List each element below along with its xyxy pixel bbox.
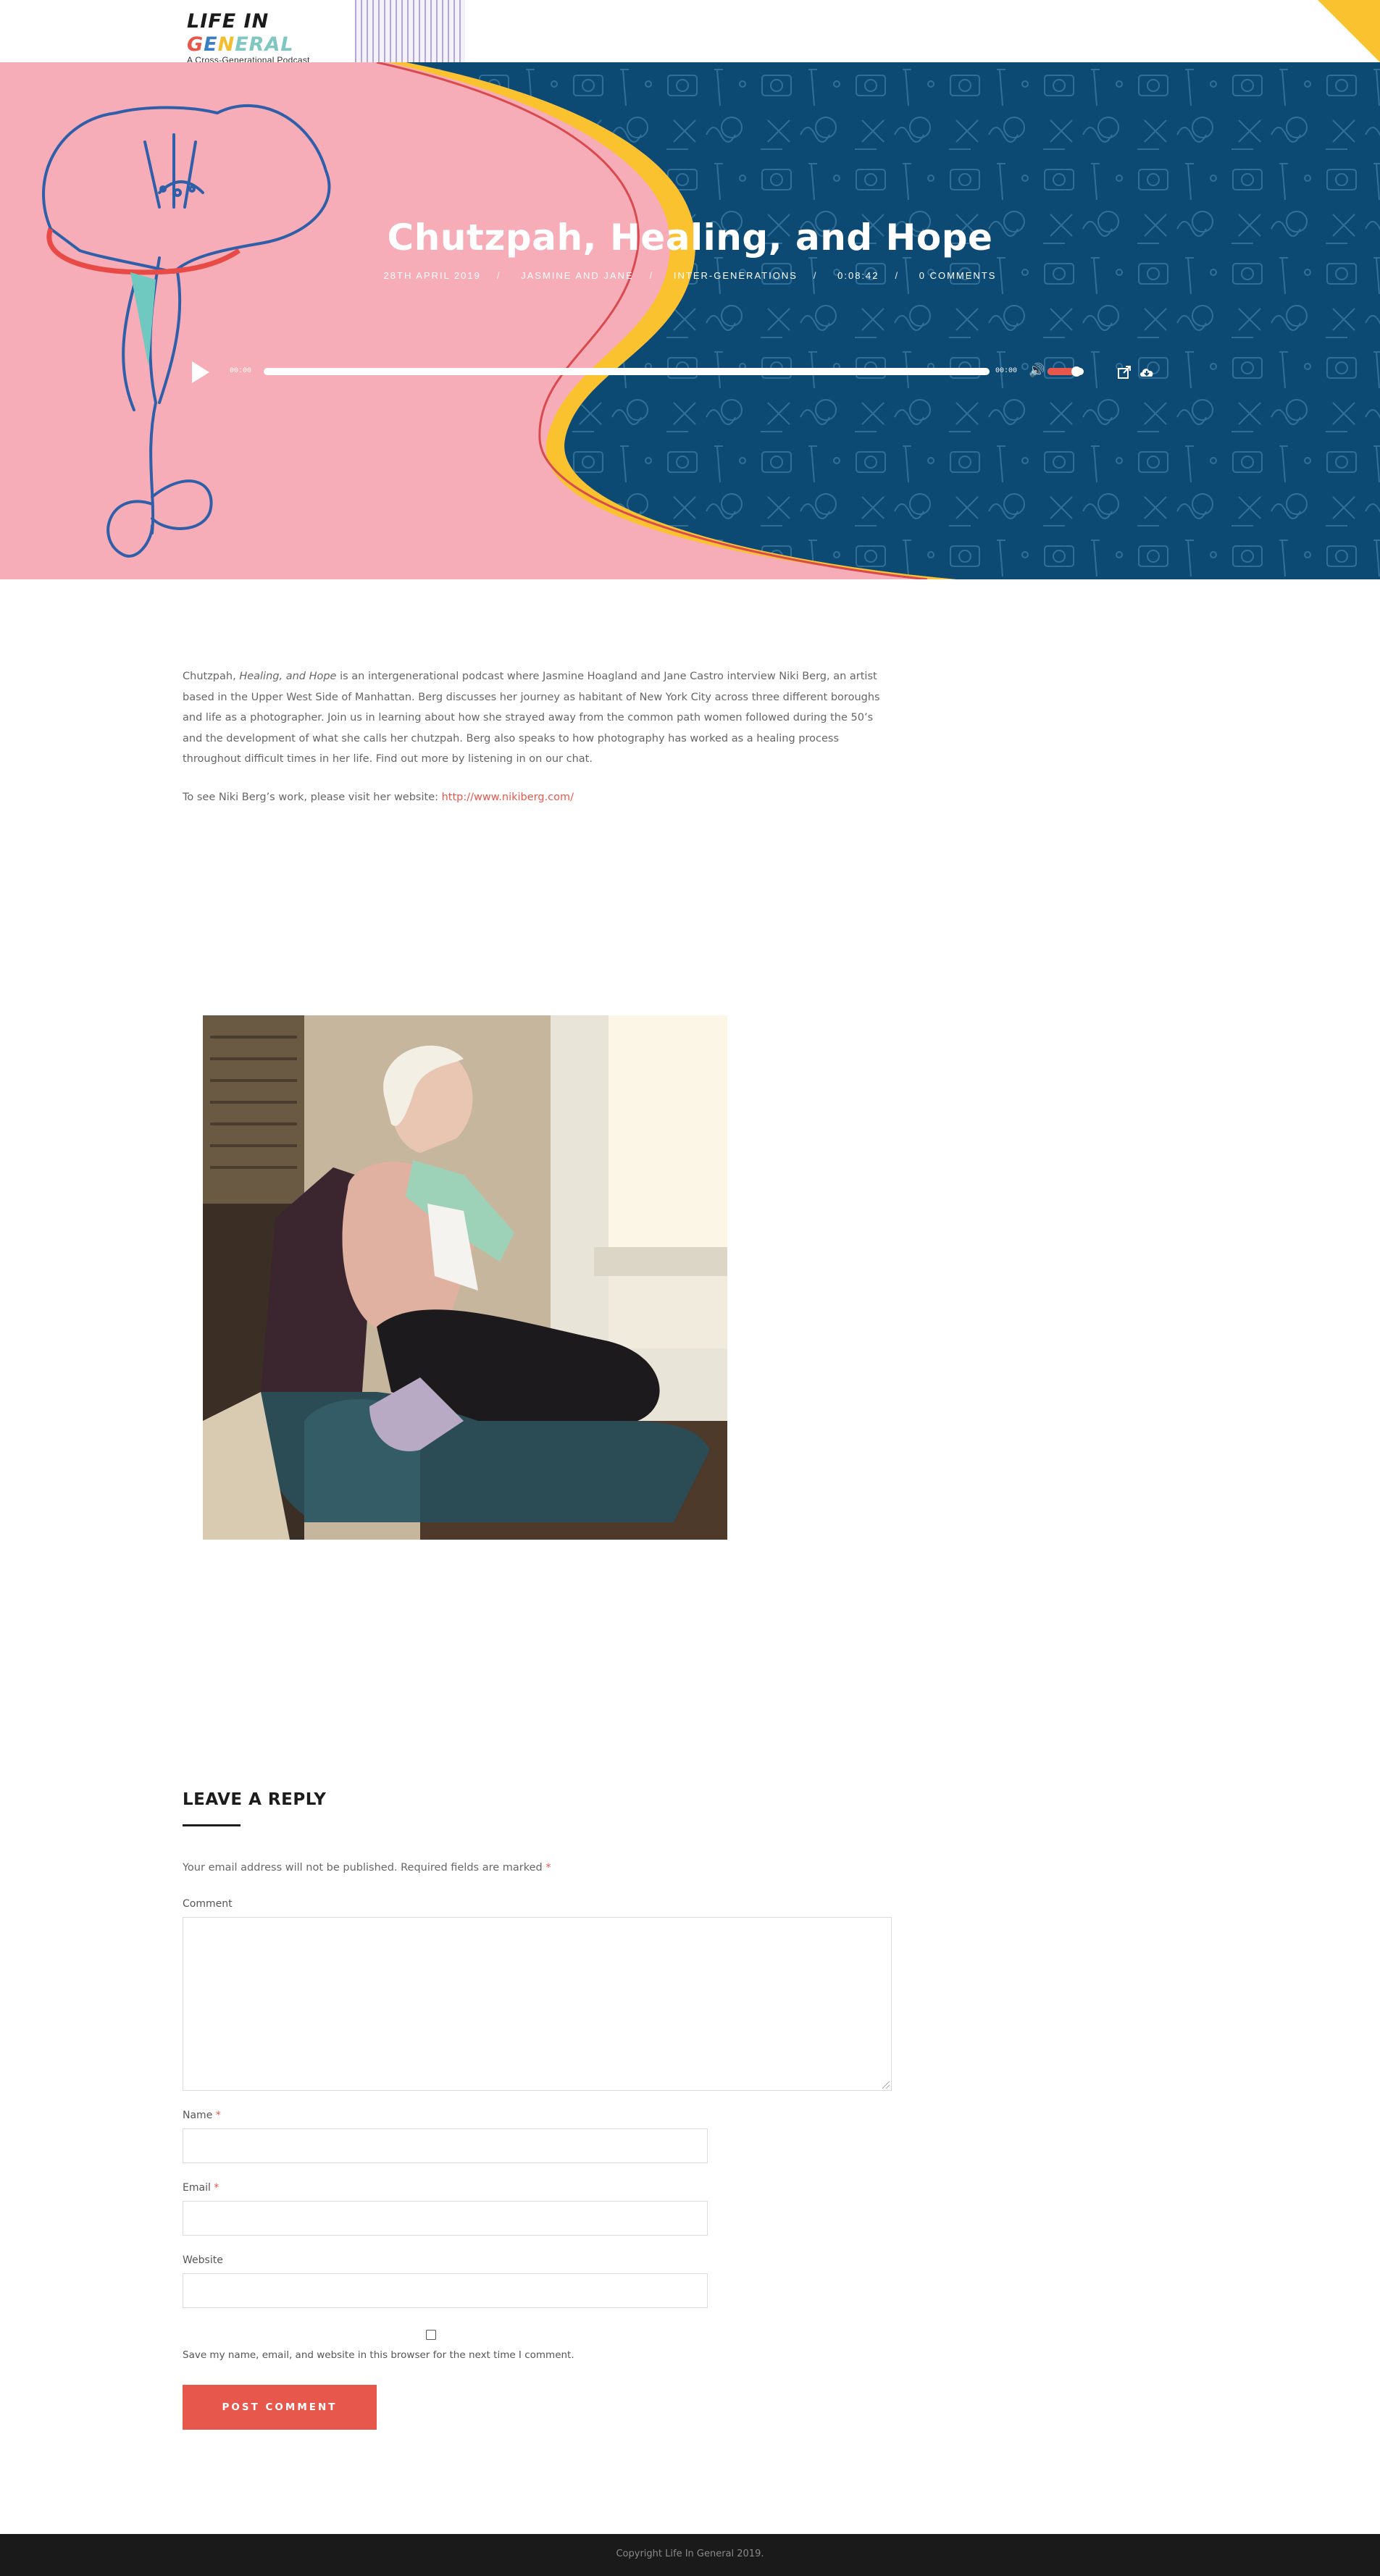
email-field[interactable] (183, 2201, 708, 2236)
post-title: Chutzpah, Healing, and Hope (387, 217, 993, 259)
post-paragraph: Chutzpah, Healing, and Hope is an interg… (183, 671, 880, 765)
volume-icon[interactable]: 🔊 (1029, 364, 1045, 377)
site-header: LIFE IN GENERAL A Cross-Generational Pod… (0, 0, 1380, 65)
duration-time: 00:00 (995, 367, 1018, 375)
name-field[interactable] (183, 2128, 708, 2163)
external-link-icon[interactable] (1117, 365, 1132, 379)
corner-accent (1318, 0, 1380, 62)
comments-count-link[interactable]: 0 COMMENTS (919, 270, 997, 281)
play-button[interactable] (192, 361, 209, 383)
artist-website-link[interactable]: http://www.nikiberg.com/ (442, 792, 574, 803)
site-footer: Copyright Life In General 2019. (0, 2534, 1380, 2576)
site-logo[interactable]: LIFE IN GENERAL A Cross-Generational Pod… (187, 10, 332, 65)
episode-duration: 0:08:42 (837, 270, 879, 281)
meta-separator: / (496, 270, 501, 281)
save-info-label: Save my name, email, and website in this… (183, 2349, 574, 2361)
decorative-stripes (355, 0, 465, 62)
logo-title: LIFE IN GENERAL (187, 10, 294, 56)
post-comment-button[interactable]: POST COMMENT (183, 2385, 377, 2430)
email-label: Email * (183, 2182, 219, 2194)
volume-handle[interactable] (1071, 366, 1082, 377)
hero-banner: Chutzpah, Healing, and Hope 28TH APRIL 2… (0, 62, 1380, 579)
meta-separator: / (895, 270, 900, 281)
progress-bar[interactable] (264, 368, 990, 375)
heading-underline (183, 1824, 241, 1826)
form-notes: Your email address will not be published… (183, 1862, 551, 1874)
flower-illustration (42, 104, 331, 558)
post-author-link[interactable]: JASMINE AND JANE (521, 270, 634, 281)
title-emphasis: Healing, and Hope (239, 671, 337, 682)
meta-separator: / (649, 270, 654, 281)
current-time: 00:00 (230, 367, 252, 375)
meta-separator: / (813, 270, 818, 281)
comment-textarea[interactable] (183, 1917, 892, 2091)
post-paragraph: To see Niki Berg’s work, please visit he… (183, 791, 574, 803)
reply-heading: LEAVE A REPLY (183, 1790, 327, 1809)
post-content: Chutzpah, Healing, and Hope is an interg… (183, 666, 891, 825)
website-field[interactable] (183, 2273, 708, 2308)
comment-label: Comment (183, 1898, 233, 1910)
hero-background (42, 62, 1380, 579)
post-date: 28TH APRIL 2019 (383, 270, 481, 281)
website-label: Website (183, 2254, 223, 2266)
post-category-link[interactable]: INTER-GENERATIONS (674, 270, 798, 281)
save-info-checkbox[interactable] (426, 2330, 436, 2340)
name-label: Name * (183, 2110, 221, 2121)
artist-photo (203, 1015, 727, 1540)
download-icon[interactable] (1139, 365, 1155, 379)
copyright-text: Copyright Life In General 2019. (616, 2548, 764, 2559)
resize-handle-icon[interactable] (882, 2081, 890, 2089)
audio-player: 00:00 00:00 🔊 (188, 359, 1159, 385)
post-meta: 28TH APRIL 2019 / JASMINE AND JANE / INTER… (0, 270, 1380, 281)
required-mark: * (545, 1862, 551, 1874)
